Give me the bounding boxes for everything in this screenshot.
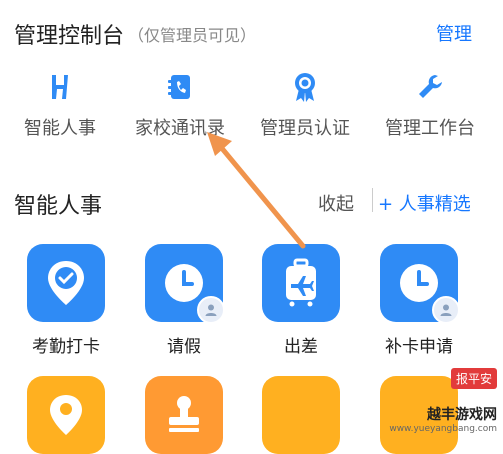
watermark: 越丰游戏网 www.yueyangbang.com bbox=[389, 404, 497, 434]
watermark-url: www.yueyangbang.com bbox=[389, 424, 497, 434]
corner-badge: 报平安 bbox=[450, 368, 497, 389]
watermark-text: 越丰游戏网 bbox=[427, 407, 497, 423]
annotation-arrow bbox=[207, 132, 306, 249]
